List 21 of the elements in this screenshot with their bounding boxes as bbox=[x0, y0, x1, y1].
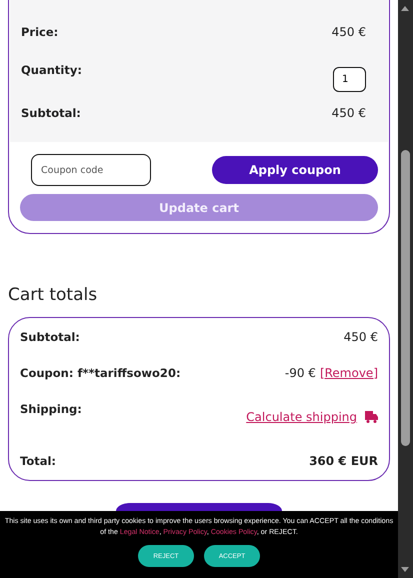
row-label: Subtotal: bbox=[20, 330, 80, 344]
row-label: Coupon: f**tariffsowo20: bbox=[20, 366, 181, 380]
row-value: 450 € bbox=[344, 330, 378, 344]
row-value: 450 € bbox=[332, 25, 366, 39]
calculate-shipping-link[interactable]: Calculate shipping bbox=[246, 410, 357, 424]
row-value: 450 € bbox=[332, 106, 366, 120]
row-label: Quantity: bbox=[21, 63, 82, 77]
row-label: Total: bbox=[20, 454, 56, 468]
truck-icon[interactable] bbox=[365, 411, 378, 423]
section-title: Cart totals bbox=[8, 284, 98, 306]
row-value: 360 € EUR bbox=[309, 454, 378, 468]
coupon-field[interactable]: Coupon code bbox=[31, 154, 151, 186]
row-label: Shipping: bbox=[20, 402, 82, 416]
scrollbar[interactable] bbox=[398, 0, 413, 578]
checkout-button[interactable] bbox=[116, 503, 282, 511]
row-value: -90 € bbox=[284, 366, 316, 380]
row-label: Subtotal: bbox=[21, 106, 81, 120]
quantity-field[interactable]: 1 bbox=[333, 67, 366, 92]
apply-coupon-button[interactable]: Apply coupon bbox=[212, 156, 378, 184]
remove-link[interactable]: [Remove] bbox=[320, 366, 378, 380]
row-label: Price: bbox=[21, 25, 58, 39]
